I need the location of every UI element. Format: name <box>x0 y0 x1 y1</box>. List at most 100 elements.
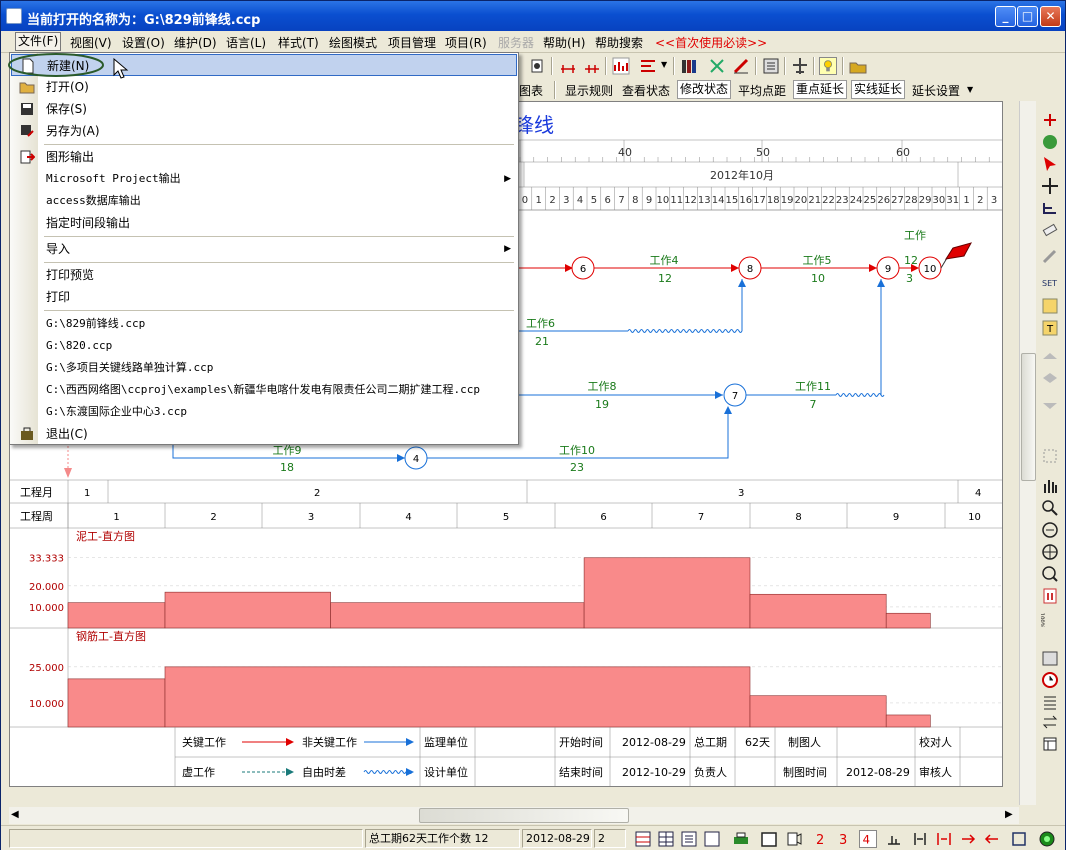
maximize-button[interactable]: □ <box>1017 6 1038 27</box>
fullscreen-icon[interactable] <box>1010 830 1028 848</box>
menu-help[interactable]: 帮助(H) <box>543 34 585 51</box>
scroll-left-icon[interactable]: ◀ <box>11 809 19 820</box>
view-table-icon[interactable] <box>657 830 675 848</box>
page-icon[interactable] <box>1041 587 1059 605</box>
list-icon[interactable] <box>1041 693 1059 711</box>
menu-item-recent-2[interactable]: G:\820.ccp <box>11 335 517 357</box>
clock-icon[interactable] <box>1041 671 1059 689</box>
edit-icon[interactable] <box>732 57 750 75</box>
level-4-icon[interactable]: 4 <box>859 830 877 848</box>
film-icon[interactable] <box>785 830 803 848</box>
select-icon[interactable] <box>1041 447 1059 465</box>
pointer-icon[interactable] <box>1041 155 1059 173</box>
plane-icon[interactable] <box>791 57 809 75</box>
tools-icon[interactable] <box>708 57 726 75</box>
menu-item-recent-1[interactable]: G:\829前锋线.ccp <box>11 313 517 335</box>
menu-item-msproject-output[interactable]: Microsoft Project输出 ▶ <box>11 168 517 190</box>
horizontal-scrollbar[interactable]: ◀ ▶ <box>9 807 1019 824</box>
shift-right-icon[interactable] <box>959 830 977 848</box>
zoom-100-icon[interactable]: 100% <box>1041 609 1059 627</box>
window-icon[interactable] <box>1041 735 1059 753</box>
zoom-fit-icon[interactable] <box>1041 543 1059 561</box>
split-icon[interactable] <box>911 830 929 848</box>
level-2-icon[interactable]: 2 <box>813 830 831 848</box>
minimize-button[interactable]: _ <box>995 6 1016 27</box>
close-button[interactable]: ✕ <box>1040 6 1061 27</box>
view-doc-icon[interactable] <box>703 830 721 848</box>
zoom-in-icon[interactable] <box>1041 499 1059 517</box>
menu-language[interactable]: 语言(L) <box>226 34 266 51</box>
bar-chart-icon[interactable] <box>1041 297 1059 315</box>
vertical-scrollbar[interactable] <box>1019 101 1036 805</box>
menu-maintain[interactable]: 维护(D) <box>174 34 217 51</box>
align-icon[interactable] <box>639 57 657 75</box>
horizontal-scroll-thumb[interactable] <box>419 808 629 823</box>
menu-item-exit[interactable]: 退出(C) <box>11 423 517 445</box>
hand-icon[interactable] <box>1041 477 1059 495</box>
menu-item-access-output[interactable]: access数据库输出 <box>11 190 517 212</box>
extend-settings-button[interactable]: 延长设置 <box>910 82 962 99</box>
menu-item-save[interactable]: 保存(S) <box>11 98 517 120</box>
menu-item-recent-5[interactable]: G:\东渡国际企业中心3.ccp <box>11 401 517 423</box>
menu-item-recent-3[interactable]: G:\多项目关键线路单独计算.ccp <box>11 357 517 379</box>
layer-up-icon[interactable] <box>1041 347 1059 365</box>
print-icon[interactable] <box>762 57 780 75</box>
node-icon[interactable] <box>528 57 546 75</box>
menu-project-manage[interactable]: 项目管理 <box>388 34 436 51</box>
swap-icon[interactable] <box>1041 713 1059 731</box>
set-icon[interactable]: SET <box>1041 273 1059 291</box>
vertical-scroll-thumb[interactable] <box>1021 353 1036 481</box>
menu-help-search[interactable]: 帮助搜索 <box>595 34 643 51</box>
modify-status-button[interactable]: 修改状态 <box>677 80 732 99</box>
printer-icon[interactable] <box>732 830 750 848</box>
view-status-button[interactable]: 查看状态 <box>620 82 672 99</box>
calendar-icon[interactable] <box>1041 649 1059 667</box>
globe-icon[interactable] <box>1041 133 1059 151</box>
brush-icon[interactable] <box>1041 247 1059 265</box>
link-icon[interactable] <box>559 57 577 75</box>
menu-style[interactable]: 样式(T) <box>278 34 319 51</box>
menu-item-print-preview[interactable]: 打印预览 <box>11 264 517 286</box>
menu-item-period-output[interactable]: 指定时间段输出 <box>11 212 517 234</box>
menu-file[interactable]: 文件(F) <box>15 32 62 51</box>
lightbulb-icon[interactable] <box>819 57 837 75</box>
scroll-right-icon[interactable]: ▶ <box>1005 809 1013 820</box>
align-bottom-icon[interactable] <box>885 830 903 848</box>
show-rules-button[interactable]: 显示规则 <box>563 82 615 99</box>
calendar-icon[interactable] <box>760 830 778 848</box>
zoom-out-icon[interactable] <box>1041 521 1059 539</box>
view-list-icon[interactable] <box>680 830 698 848</box>
menu-first-use[interactable]: <<首次使用必读>> <box>655 34 767 51</box>
dropdown-arrow-icon[interactable]: ▼ <box>967 85 973 94</box>
menu-server[interactable]: 服务器 <box>498 34 534 51</box>
menu-draw-mode[interactable]: 绘图模式 <box>329 34 377 51</box>
menu-view[interactable]: 视图(V) <box>70 34 112 51</box>
chart-icon[interactable] <box>612 57 630 75</box>
menu-item-print[interactable]: 打印 <box>11 286 517 308</box>
layer-icon[interactable] <box>1041 369 1059 387</box>
menu-item-save-as[interactable]: 另存为(A) <box>11 120 517 142</box>
eraser-icon[interactable] <box>1041 221 1059 239</box>
text-icon[interactable]: T <box>1041 319 1059 337</box>
layer-down-icon[interactable] <box>1041 397 1059 415</box>
add-task-icon[interactable] <box>1041 111 1059 129</box>
books-icon[interactable] <box>680 57 698 75</box>
tree-icon[interactable] <box>1041 199 1059 217</box>
solid-extend-button[interactable]: 实线延长 <box>851 80 906 99</box>
zoom-window-icon[interactable] <box>1041 565 1059 583</box>
expand-icon[interactable] <box>935 830 953 848</box>
shift-left-icon[interactable] <box>983 830 1001 848</box>
open-folder-icon[interactable] <box>849 57 867 75</box>
link2-icon[interactable] <box>583 57 601 75</box>
key-extend-button[interactable]: 重点延长 <box>793 80 848 99</box>
dropdown-arrow-icon[interactable]: ▼ <box>661 60 667 69</box>
menu-project[interactable]: 项目(R) <box>445 34 487 51</box>
chart-button[interactable]: 图表 <box>517 82 545 99</box>
average-point-button[interactable]: 平均点距 <box>736 82 788 99</box>
move-icon[interactable] <box>1041 177 1059 195</box>
view-grid-icon[interactable] <box>634 830 652 848</box>
menu-item-graphic-output[interactable]: 图形输出 <box>11 146 517 168</box>
menu-item-recent-4[interactable]: C:\西西网络图\ccproj\examples\新疆华电喀什发电有限责任公司二… <box>11 379 517 401</box>
menu-item-import[interactable]: 导入 ▶ <box>11 238 517 260</box>
menu-settings[interactable]: 设置(O) <box>122 34 165 51</box>
